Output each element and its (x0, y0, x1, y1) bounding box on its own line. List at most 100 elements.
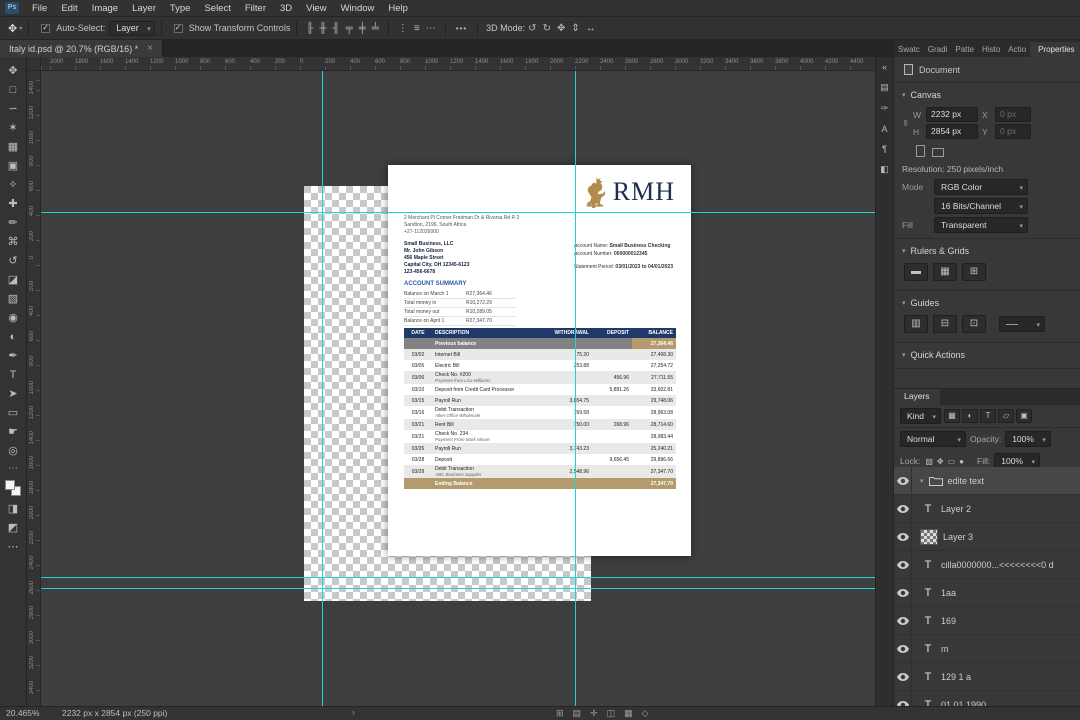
zoom-level-field[interactable]: 20.465% (6, 708, 40, 718)
document-tab[interactable]: Italy id.psd @ 20.7% (RGB/16) * × (0, 40, 164, 57)
rulers-grids-icon[interactable]: ⊞ (962, 263, 986, 281)
move-tool-icon[interactable]: ✥ (8, 22, 17, 35)
panel-strip-icon[interactable]: ▤ (880, 82, 889, 93)
brush-tool[interactable]: ✏ (3, 214, 23, 233)
visibility-eye-icon[interactable] (894, 663, 912, 690)
chevron-down-icon[interactable]: ▾ (920, 477, 924, 485)
menu-view[interactable]: View (299, 3, 333, 14)
move-tool[interactable]: ✥ (3, 62, 23, 81)
close-icon[interactable]: × (147, 43, 153, 54)
color-mode-dropdown[interactable]: RGB Color (934, 179, 1028, 196)
eyedropper-tool[interactable]: ✧ (3, 176, 23, 195)
layer-name[interactable]: Layer 2 (941, 504, 971, 514)
panel-strip-icon[interactable]: ◧ (880, 164, 889, 175)
layer-filter-icon[interactable]: ▱ (998, 409, 1015, 423)
canvas-section-header[interactable]: Canvas (894, 83, 1080, 103)
statusbar-icon[interactable]: ◫ (607, 708, 616, 719)
layer-filter-icon[interactable]: ▣ (1016, 409, 1033, 423)
horizontal-guide[interactable] (41, 212, 875, 213)
panel-strip-icon[interactable]: ¶ (882, 144, 887, 154)
guides-icon[interactable]: ⊟ (933, 315, 957, 333)
foreground-color-swatch[interactable] (5, 480, 15, 490)
lock-icon[interactable]: ▨ (924, 457, 934, 466)
lock-icon[interactable]: ✥ (936, 457, 945, 466)
link-dimensions-icon[interactable]: ∞ (901, 120, 911, 126)
layer-row[interactable]: ▾ edite text (894, 467, 1080, 495)
lasso-tool[interactable]: ∽ (3, 100, 23, 119)
layer-row[interactable]: Layer 3 (894, 523, 1080, 551)
statusbar-icon[interactable]: ◇ (642, 708, 649, 719)
vertical-guide[interactable] (575, 71, 576, 706)
panel-tab-actio[interactable]: Actio (1004, 42, 1030, 57)
type-tool[interactable]: T (3, 366, 23, 385)
guides-header[interactable]: Guides (894, 291, 1080, 311)
quick-actions-header[interactable]: Quick Actions (894, 343, 1080, 363)
foreground-background-swatches[interactable] (5, 480, 21, 496)
panel-tab-properties[interactable]: Properties (1030, 42, 1080, 57)
menu-filter[interactable]: Filter (238, 3, 273, 14)
layer-row[interactable]: T 129 1 a (894, 663, 1080, 691)
3d-mode-icon[interactable]: ↺ (525, 23, 539, 34)
layer-name[interactable]: edite text (948, 476, 985, 486)
layers-tab[interactable]: Layers (894, 389, 940, 405)
gradient-tool[interactable]: ▧ (3, 290, 23, 309)
layer-row[interactable]: T Layer 2 (894, 495, 1080, 523)
fill-dropdown[interactable]: Transparent (934, 217, 1028, 234)
statusbar-icon[interactable]: ✛ (590, 708, 598, 719)
visibility-eye-icon[interactable] (894, 691, 912, 706)
layer-filter-icon[interactable]: ◐ (962, 409, 979, 423)
align-icon[interactable]: ╪ (356, 23, 369, 34)
align-icon[interactable]: ╫ (316, 23, 329, 34)
lock-icon[interactable]: ▭ (947, 457, 957, 466)
opacity-field[interactable]: 100% (1005, 431, 1051, 448)
layer-row[interactable]: T m (894, 635, 1080, 663)
panel-strip-icon[interactable]: ✑ (881, 103, 889, 114)
layer-thumbnail[interactable] (920, 528, 938, 545)
menu-select[interactable]: Select (197, 3, 237, 14)
history-brush-tool[interactable]: ↺ (3, 252, 23, 271)
layer-row[interactable]: T 01.01.1990 (894, 691, 1080, 706)
statusbar-icon[interactable]: ▤ (573, 708, 582, 719)
panel-tab-histo[interactable]: Histo (978, 42, 1004, 57)
layer-name[interactable]: m (941, 644, 949, 654)
y-field[interactable]: 0 px (995, 124, 1031, 139)
visibility-eye-icon[interactable] (894, 579, 912, 606)
distribute-icon[interactable]: ⋮ (395, 23, 411, 34)
3d-mode-icon[interactable]: ✥ (554, 23, 568, 34)
guides-icon[interactable]: ⊡ (962, 315, 986, 333)
panel-strip-icon[interactable]: « (882, 62, 887, 72)
kind-filter-dropdown[interactable]: Kind (900, 408, 942, 425)
frame-tool[interactable]: ▣ (3, 157, 23, 176)
layer-name[interactable]: 129 1 a (941, 672, 971, 682)
height-field[interactable]: 2854 px (926, 124, 978, 139)
layer-filter-icon[interactable]: ▦ (944, 409, 961, 423)
vertical-ruler[interactable]: 1400 1200 1000 800 600 400 200 0 200 400 600 800 100… (27, 71, 41, 706)
canvas[interactable]: RMH 2 Merchant Pl Corner Fredman Dr & Ri… (41, 71, 875, 706)
options-more-button[interactable]: ••• (452, 24, 471, 33)
menu-3d[interactable]: 3D (273, 3, 299, 14)
visibility-eye-icon[interactable] (894, 495, 912, 522)
width-field[interactable]: 2232 px (926, 107, 978, 122)
align-icon[interactable]: ╧ (369, 23, 382, 34)
landscape-orientation-button[interactable] (932, 148, 944, 157)
horizontal-guide[interactable] (41, 588, 875, 589)
show-transform-checkbox[interactable] (173, 23, 183, 33)
eraser-tool[interactable]: ◪ (3, 271, 23, 290)
healing-brush-tool[interactable]: ✚ (3, 195, 23, 214)
pen-tool[interactable]: ✒ (3, 347, 23, 366)
lock-icon[interactable]: ● (958, 457, 965, 466)
guides-icon[interactable]: ▥ (904, 315, 928, 333)
quick-selection-tool[interactable]: ✶ (3, 119, 23, 138)
panel-tab-gradi[interactable]: Gradi (924, 42, 952, 57)
3d-mode-icon[interactable]: ⇕ (568, 23, 582, 34)
layer-row[interactable]: T 169 (894, 607, 1080, 635)
panel-tab-patte[interactable]: Patte (951, 42, 978, 57)
visibility-eye-icon[interactable] (894, 635, 912, 662)
ruler-corner[interactable] (27, 57, 41, 71)
layer-row[interactable]: T cilla0000000...<<<<<<<<0 d (894, 551, 1080, 579)
layer-name[interactable]: 1aa (941, 588, 956, 598)
status-chevron-icon[interactable]: › (352, 707, 355, 717)
menu-window[interactable]: Window (334, 3, 382, 14)
horizontal-ruler[interactable]: 2000 1800 1600 1400 1200 1000 800 600 400 200 0 200… (41, 57, 875, 71)
layer-name[interactable]: cilla0000000...<<<<<<<<0 d (941, 560, 1054, 570)
